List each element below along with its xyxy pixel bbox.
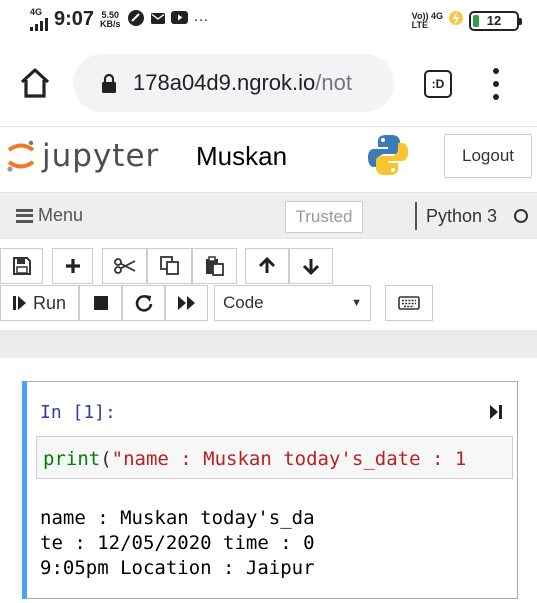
cut-button[interactable] [102, 248, 147, 284]
code-string: "name : Muskan today's_date : 1 [111, 448, 467, 470]
home-icon [20, 68, 50, 98]
lock-icon [102, 73, 116, 93]
mail-icon [150, 11, 165, 29]
address-bar[interactable]: 178a04d9.ngrok.io/not [73, 54, 394, 112]
status-bar: 4G 9:07 5.50 KB/s ··· Vo)) 4G LTE 12 [0, 0, 537, 40]
output-line: te : 12/05/2020 time : 0 [40, 532, 315, 554]
keyboard-icon [398, 296, 420, 310]
insert-cell-button[interactable] [52, 248, 93, 284]
arrow-down-icon [302, 259, 320, 275]
trusted-badge[interactable]: Trusted [285, 201, 363, 233]
output-line: name : Muskan today's_da [40, 507, 315, 529]
restart-run-all-button[interactable] [165, 285, 208, 321]
signal-indicator: 4G [30, 8, 48, 31]
python-logo [366, 133, 410, 182]
copy-button[interactable] [147, 248, 192, 284]
signal-icon [30, 17, 48, 31]
kernel-separator [415, 202, 417, 230]
jupyter-logo-text: jupyter [42, 138, 160, 174]
restart-icon [135, 295, 152, 312]
arrow-up-icon [258, 257, 276, 273]
output-line: 9:05pm Location : Jaipur [40, 557, 315, 579]
command-palette-button[interactable] [385, 285, 433, 321]
youtube-icon [170, 10, 188, 29]
cell-type-value: Code [223, 293, 264, 312]
browser-toolbar: 178a04d9.ngrok.io/not :D [0, 40, 537, 126]
net-speed: 5.50 KB/s [100, 10, 121, 29]
battery-fill [473, 14, 479, 27]
stop-icon [93, 296, 108, 310]
code-builtin: print [43, 448, 101, 470]
overflow-menu-icon[interactable] [489, 68, 503, 100]
jupyter-logo-mark [7, 140, 35, 172]
move-up-button[interactable] [245, 248, 289, 284]
cell-type-select[interactable]: Code ▼ [214, 285, 371, 321]
save-icon [12, 257, 31, 275]
network-type: 4G [30, 7, 43, 17]
fast-forward-icon [177, 296, 195, 310]
input-prompt: In [1]: [40, 402, 116, 423]
chevron-down-icon: ▼ [351, 297, 362, 309]
net-speed-unit: KB/s [100, 18, 121, 29]
status-left: 4G 9:07 5.50 KB/s ··· [30, 8, 209, 31]
interrupt-button[interactable] [79, 285, 122, 321]
code-paren: ( [100, 448, 112, 470]
hamburger-icon [16, 208, 33, 223]
cell-output: name : Muskan today's_da te : 12/05/2020… [40, 506, 315, 581]
charging-icon [449, 9, 463, 32]
run-button[interactable]: Run [0, 285, 79, 321]
paste-icon [205, 256, 224, 276]
data-saver-icon [127, 9, 145, 31]
clock: 9:07 [54, 8, 95, 30]
status-right: Vo)) 4G LTE 12 [411, 9, 522, 32]
code-cell[interactable]: In [1]: print("name : Muskan today's_dat… [22, 381, 518, 599]
logout-button[interactable]: Logout [444, 134, 532, 178]
home-button[interactable] [18, 66, 52, 100]
menu-toggle-button[interactable]: Menu [16, 205, 83, 226]
cut-icon [113, 258, 135, 274]
notebook-top-shadow [0, 330, 537, 358]
battery-level: 12 [486, 13, 502, 28]
battery-indicator: 12 [469, 10, 522, 31]
url-host: 178a04d9.ngrok.io [133, 70, 316, 95]
plus-icon [65, 259, 80, 273]
volte-indicator: Vo)) 4G LTE [411, 11, 443, 30]
run-cell-icon[interactable] [489, 404, 503, 425]
menu-bar: Menu Trusted Python 3 [0, 192, 537, 239]
more-notifications: ··· [193, 11, 209, 28]
move-down-button[interactable] [289, 248, 333, 284]
paste-button[interactable] [192, 248, 237, 284]
code-input[interactable]: print("name : Muskan today's_date : 1 [36, 436, 513, 479]
run-label: Run [32, 292, 67, 313]
menu-label: Menu [38, 205, 84, 225]
url-path: /not [315, 70, 352, 95]
notebook-name[interactable]: Muskan [196, 141, 287, 172]
volte-line-2: LTE [411, 19, 428, 30]
kernel-name[interactable]: Python 3 [426, 206, 497, 227]
save-button[interactable] [0, 248, 43, 284]
restart-button[interactable] [122, 285, 165, 321]
kernel-status-icon [514, 209, 528, 223]
tabs-icon[interactable]: :D [424, 70, 452, 98]
copy-icon [159, 256, 179, 275]
run-icon [12, 296, 26, 310]
jupyter-logo[interactable]: jupyter [6, 137, 166, 175]
